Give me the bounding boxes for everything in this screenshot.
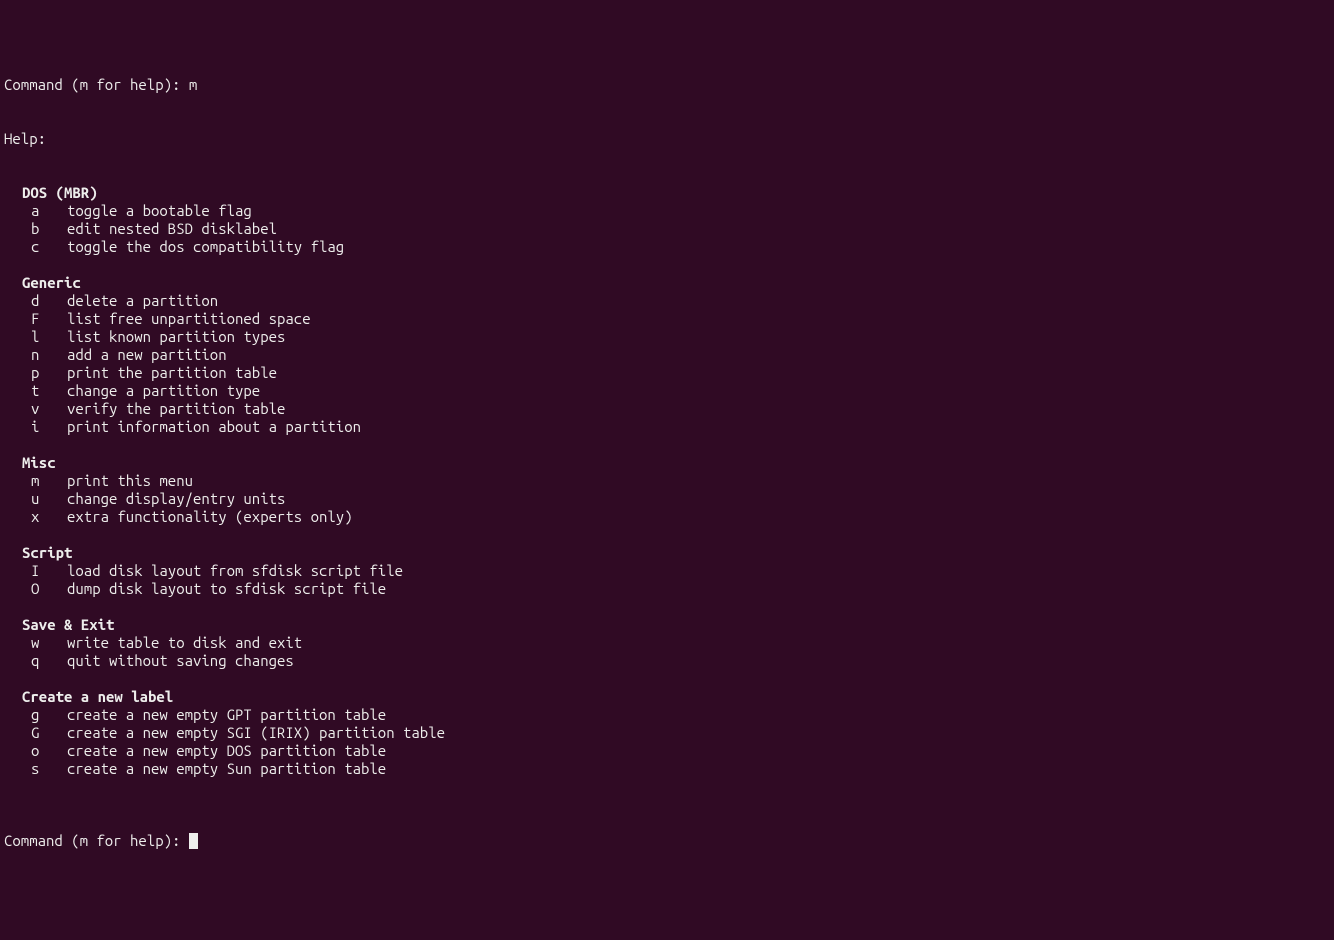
- command-description: print the partition table: [67, 364, 277, 381]
- command-description: edit nested BSD disklabel: [67, 220, 277, 237]
- command-line: wwrite table to disk and exit: [4, 634, 1330, 652]
- section-heading: DOS (MBR): [4, 184, 1330, 202]
- command-line: bedit nested BSD disklabel: [4, 220, 1330, 238]
- cursor: [189, 833, 198, 849]
- command-key: c: [31, 238, 67, 256]
- command-line: ocreate a new empty DOS partition table: [4, 742, 1330, 760]
- prompt-label: Command (m for help):: [4, 832, 189, 849]
- command-key: i: [31, 418, 67, 436]
- command-line: xextra functionality (experts only): [4, 508, 1330, 526]
- command-line: ddelete a partition: [4, 292, 1330, 310]
- command-description: toggle the dos compatibility flag: [67, 238, 344, 255]
- command-description: verify the partition table: [67, 400, 285, 417]
- command-description: add a new partition: [67, 346, 227, 363]
- command-description: change a partition type: [67, 382, 260, 399]
- section-heading: Create a new label: [4, 688, 1330, 706]
- command-key: p: [31, 364, 67, 382]
- prompt-label: Command (m for help):: [4, 76, 189, 93]
- command-line: nadd a new partition: [4, 346, 1330, 364]
- command-description: create a new empty GPT partition table: [67, 706, 386, 723]
- section-heading: Save & Exit: [4, 616, 1330, 634]
- command-line: gcreate a new empty GPT partition table: [4, 706, 1330, 724]
- help-section: Create a new labelgcreate a new empty GP…: [4, 688, 1330, 778]
- section-heading: Script: [4, 544, 1330, 562]
- command-key: v: [31, 400, 67, 418]
- help-sections: DOS (MBR)atoggle a bootable flagbedit ne…: [4, 184, 1330, 778]
- command-line: Gcreate a new empty SGI (IRIX) partition…: [4, 724, 1330, 742]
- command-key: a: [31, 202, 67, 220]
- command-line: Odump disk layout to sfdisk script file: [4, 580, 1330, 598]
- command-description: create a new empty DOS partition table: [67, 742, 386, 759]
- command-line: atoggle a bootable flag: [4, 202, 1330, 220]
- command-description: dump disk layout to sfdisk script file: [67, 580, 386, 597]
- command-key: G: [31, 724, 67, 742]
- command-key: x: [31, 508, 67, 526]
- help-section: DOS (MBR)atoggle a bootable flagbedit ne…: [4, 184, 1330, 256]
- command-description: toggle a bootable flag: [67, 202, 252, 219]
- command-key: m: [31, 472, 67, 490]
- command-key: I: [31, 562, 67, 580]
- command-key: t: [31, 382, 67, 400]
- command-description: list free unpartitioned space: [67, 310, 311, 327]
- help-section: ScriptIload disk layout from sfdisk scri…: [4, 544, 1330, 598]
- command-key: l: [31, 328, 67, 346]
- command-line: tchange a partition type: [4, 382, 1330, 400]
- command-line: vverify the partition table: [4, 400, 1330, 418]
- command-description: write table to disk and exit: [67, 634, 302, 651]
- help-section: Genericddelete a partitionFlist free unp…: [4, 274, 1330, 436]
- command-key: n: [31, 346, 67, 364]
- command-key: s: [31, 760, 67, 778]
- help-section: Save & Exitwwrite table to disk and exit…: [4, 616, 1330, 670]
- section-heading: Misc: [4, 454, 1330, 472]
- command-line: Iload disk layout from sfdisk script fil…: [4, 562, 1330, 580]
- help-header: Help:: [4, 130, 1330, 148]
- command-description: delete a partition: [67, 292, 218, 309]
- command-key: u: [31, 490, 67, 508]
- fdisk-prompt-bottom[interactable]: Command (m for help):: [4, 832, 1330, 850]
- command-key: g: [31, 706, 67, 724]
- command-key: b: [31, 220, 67, 238]
- command-line: uchange display/entry units: [4, 490, 1330, 508]
- command-description: print information about a partition: [67, 418, 361, 435]
- command-key: o: [31, 742, 67, 760]
- help-section: Miscmprint this menuuchange display/entr…: [4, 454, 1330, 526]
- command-line: pprint the partition table: [4, 364, 1330, 382]
- command-line: qquit without saving changes: [4, 652, 1330, 670]
- command-key: d: [31, 292, 67, 310]
- command-line: ctoggle the dos compatibility flag: [4, 238, 1330, 256]
- command-description: list known partition types: [67, 328, 285, 345]
- command-key: F: [31, 310, 67, 328]
- command-description: change display/entry units: [67, 490, 285, 507]
- command-key: w: [31, 634, 67, 652]
- section-heading: Generic: [4, 274, 1330, 292]
- command-description: extra functionality (experts only): [67, 508, 353, 525]
- prompt-entered-command: m: [189, 76, 197, 93]
- command-key: q: [31, 652, 67, 670]
- command-description: print this menu: [67, 472, 193, 489]
- command-description: create a new empty SGI (IRIX) partition …: [67, 724, 445, 741]
- fdisk-prompt-top[interactable]: Command (m for help): m: [4, 76, 1330, 94]
- command-description: create a new empty Sun partition table: [67, 760, 386, 777]
- command-description: load disk layout from sfdisk script file: [67, 562, 403, 579]
- command-line: llist known partition types: [4, 328, 1330, 346]
- command-line: iprint information about a partition: [4, 418, 1330, 436]
- command-description: quit without saving changes: [67, 652, 294, 669]
- command-line: mprint this menu: [4, 472, 1330, 490]
- command-key: O: [31, 580, 67, 598]
- command-line: Flist free unpartitioned space: [4, 310, 1330, 328]
- command-line: screate a new empty Sun partition table: [4, 760, 1330, 778]
